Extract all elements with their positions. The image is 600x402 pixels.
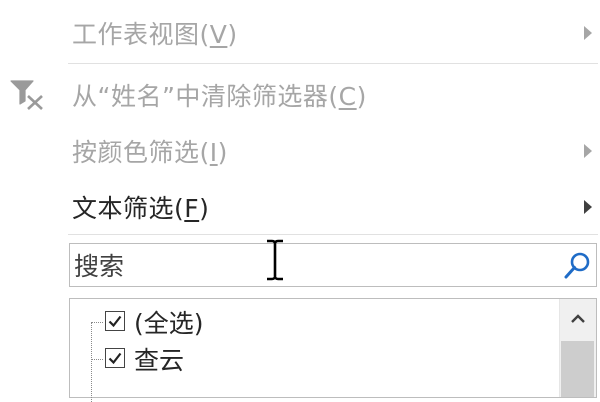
menu-item-clear-filter-label: 从“姓名”中清除筛选器(C) — [72, 82, 367, 111]
scroll-up-button[interactable] — [560, 299, 596, 339]
list-item-label: (全选) — [134, 309, 204, 338]
checkmark-icon — [108, 352, 122, 365]
list-item-label: 查云 — [134, 346, 185, 375]
tree-line — [91, 322, 92, 402]
vertical-scrollbar[interactable] — [559, 299, 596, 397]
text-cursor-icon — [267, 239, 283, 281]
menu-item-text-filters-label: 文本筛选(F) — [72, 194, 210, 223]
checkmark-icon — [108, 315, 122, 328]
search-icon[interactable] — [562, 251, 592, 281]
menu-separator — [68, 234, 598, 235]
tree-line — [91, 359, 103, 360]
submenu-arrow-icon — [584, 26, 592, 40]
submenu-arrow-icon — [584, 200, 592, 214]
menu-item-clear-filter[interactable]: 从“姓名”中清除筛选器(C) — [0, 70, 600, 120]
filter-value-list[interactable]: (全选) 查云 — [69, 298, 597, 402]
scroll-thumb[interactable] — [561, 341, 594, 397]
submenu-arrow-icon — [584, 144, 592, 158]
menu-separator — [68, 63, 598, 64]
menu-item-filter-by-color-label: 按颜色筛选(I) — [72, 138, 228, 167]
menu-item-text-filters[interactable]: 文本筛选(F) — [0, 182, 600, 232]
item-checkbox[interactable] — [105, 348, 125, 368]
list-item-select-all[interactable]: (全选) — [105, 307, 545, 338]
menu-item-sheet-view-label: 工作表视图(V) — [72, 20, 238, 49]
select-all-checkbox[interactable] — [105, 311, 125, 331]
search-placeholder: 搜索 — [74, 252, 125, 281]
tree-line — [91, 322, 103, 323]
chevron-up-icon — [571, 314, 585, 323]
list-item[interactable]: 查云 — [105, 344, 545, 375]
menu-item-sheet-view[interactable]: 工作表视图(V) — [0, 8, 600, 58]
menu-item-filter-by-color[interactable]: 按颜色筛选(I) — [0, 126, 600, 176]
search-input[interactable]: 搜索 — [69, 243, 597, 287]
